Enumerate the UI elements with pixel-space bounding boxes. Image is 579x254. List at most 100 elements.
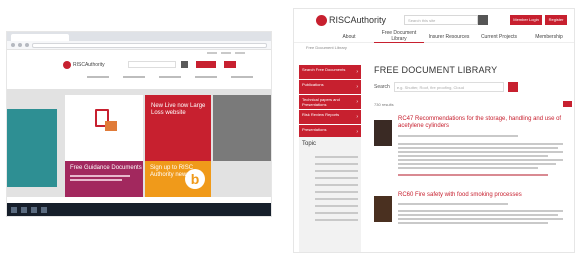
site-header: RISCAuthority bbox=[7, 56, 271, 73]
register-button[interactable] bbox=[223, 61, 236, 68]
guidance-title: Free Guidance Documents bbox=[70, 165, 142, 171]
sidebar-item[interactable]: Technical papers and Presentations › bbox=[299, 95, 361, 109]
taskbar bbox=[7, 203, 271, 216]
text-line bbox=[70, 175, 130, 177]
app-icon[interactable] bbox=[21, 206, 27, 213]
topic-option[interactable] bbox=[315, 156, 358, 158]
text-line bbox=[398, 159, 563, 161]
site-header: RISCAuthority Search this site Member Lo… bbox=[294, 9, 574, 31]
pagination bbox=[563, 101, 572, 107]
text-line bbox=[398, 218, 563, 220]
text-line bbox=[398, 135, 518, 137]
topic-option[interactable] bbox=[315, 163, 358, 165]
nav-item[interactable] bbox=[87, 76, 109, 78]
document-item: RC47 Recommendations for the storage, ha… bbox=[374, 116, 572, 190]
results-bar: 730 results bbox=[374, 100, 572, 108]
reload-icon[interactable] bbox=[25, 43, 29, 47]
chevron-right-icon: › bbox=[356, 114, 358, 120]
search-button[interactable] bbox=[180, 61, 188, 68]
member-login-button[interactable]: Member Login bbox=[510, 15, 543, 25]
browser-tab[interactable] bbox=[11, 34, 69, 41]
url-field[interactable] bbox=[32, 42, 267, 48]
app-icon[interactable] bbox=[31, 206, 37, 213]
text-line bbox=[398, 203, 508, 205]
search-input[interactable] bbox=[127, 61, 176, 68]
topic-option[interactable] bbox=[315, 219, 358, 221]
browser-address-bar bbox=[7, 41, 271, 50]
guidance-tile[interactable]: Free Guidance Documents bbox=[65, 161, 143, 197]
text-line bbox=[398, 167, 538, 169]
topic-option[interactable] bbox=[315, 170, 358, 172]
text-line bbox=[398, 222, 548, 224]
nav-membership[interactable]: Membership bbox=[524, 34, 574, 40]
chevron-right-icon: › bbox=[356, 99, 358, 105]
search-icon[interactable] bbox=[507, 82, 518, 92]
topic-option[interactable] bbox=[315, 184, 358, 186]
logo-mark-icon bbox=[63, 60, 71, 69]
photo-tile[interactable] bbox=[213, 95, 271, 161]
site-logo[interactable]: RISCAuthority bbox=[316, 14, 386, 26]
sidebar-item[interactable]: Publications › bbox=[299, 80, 361, 94]
topic-option[interactable] bbox=[315, 191, 358, 193]
nav-free-document-library[interactable]: Free Document Library bbox=[374, 30, 424, 43]
nav-current-projects[interactable]: Current Projects bbox=[474, 34, 524, 40]
nav-item[interactable] bbox=[159, 76, 181, 78]
topic-option[interactable] bbox=[315, 177, 358, 179]
start-icon[interactable] bbox=[11, 206, 17, 213]
document-title[interactable]: RC47 Recommendations for the storage, ha… bbox=[398, 116, 568, 130]
chevron-right-icon: › bbox=[356, 84, 358, 90]
logo-mark-icon bbox=[316, 14, 327, 26]
text-line bbox=[398, 147, 558, 149]
document-thumbnail[interactable] bbox=[374, 196, 392, 222]
download-icon bbox=[105, 121, 117, 131]
topic-heading: Topic bbox=[302, 141, 317, 147]
b-icon: b bbox=[185, 169, 205, 189]
chevron-right-icon: › bbox=[356, 69, 358, 75]
library-search-input[interactable]: e.g. Shutter, Roof, fire proofing, Cloud bbox=[393, 82, 504, 92]
sidebar-item[interactable]: Search Free Documents › bbox=[299, 65, 361, 79]
app-icon[interactable] bbox=[41, 206, 47, 213]
sidebar-item[interactable]: Risk Review Reports › bbox=[299, 110, 361, 124]
text-line bbox=[398, 214, 558, 216]
nav-item[interactable] bbox=[195, 76, 217, 78]
nav-about[interactable]: About bbox=[324, 34, 374, 40]
main-nav bbox=[7, 73, 271, 81]
document-title[interactable]: RC60 Fire safety with food smoking proce… bbox=[398, 192, 568, 199]
library-search: Search e.g. Shutter, Roof, fire proofing… bbox=[374, 82, 572, 92]
nav-item[interactable] bbox=[123, 76, 145, 78]
browser-tab-strip bbox=[7, 32, 271, 41]
main-nav: About Free Document Library Insurer Reso… bbox=[294, 30, 574, 43]
guidance-image-tile[interactable] bbox=[65, 95, 143, 161]
member-login-button[interactable] bbox=[195, 61, 216, 68]
result-count: 730 results bbox=[374, 101, 394, 107]
nav-item[interactable] bbox=[231, 76, 253, 78]
page-button[interactable] bbox=[563, 101, 572, 107]
main-content: FREE DOCUMENT LIBRARY Search e.g. Shutte… bbox=[374, 65, 572, 252]
teal-tile[interactable] bbox=[7, 109, 57, 187]
topic-option[interactable] bbox=[315, 198, 358, 200]
search-button[interactable] bbox=[478, 15, 489, 25]
register-button[interactable]: Register bbox=[545, 15, 568, 25]
page-title: FREE DOCUMENT LIBRARY bbox=[374, 65, 498, 75]
text-line bbox=[398, 143, 563, 145]
document-thumbnail[interactable] bbox=[374, 120, 392, 146]
nav-insurer-resources[interactable]: Insurer Resources bbox=[424, 34, 474, 40]
topic-option[interactable] bbox=[315, 205, 358, 207]
sidebar: Search Free Documents › Publications › Tec… bbox=[299, 65, 361, 140]
forward-icon[interactable] bbox=[18, 43, 22, 47]
large-loss-tile[interactable]: New Live now Large Loss website bbox=[145, 95, 211, 161]
breadcrumb[interactable]: Free Document Library bbox=[294, 43, 574, 51]
back-icon[interactable] bbox=[11, 43, 15, 47]
site-logo[interactable]: RISCAuthority bbox=[63, 60, 105, 69]
text-line bbox=[398, 151, 563, 153]
search-label: Search bbox=[374, 84, 390, 90]
chevron-right-icon: › bbox=[356, 129, 358, 135]
topic-option[interactable] bbox=[315, 212, 358, 214]
text-line bbox=[70, 179, 122, 181]
large-loss-text: New Live now Large Loss website bbox=[151, 103, 206, 116]
newsletter-tile[interactable]: Sign up to RISC Authority newsletter b bbox=[145, 161, 211, 197]
document-item: RC60 Fire safety with food smoking proce… bbox=[374, 192, 572, 252]
text-line bbox=[398, 163, 556, 165]
tag-line[interactable] bbox=[398, 174, 548, 176]
search-input[interactable]: Search this site bbox=[404, 15, 479, 25]
